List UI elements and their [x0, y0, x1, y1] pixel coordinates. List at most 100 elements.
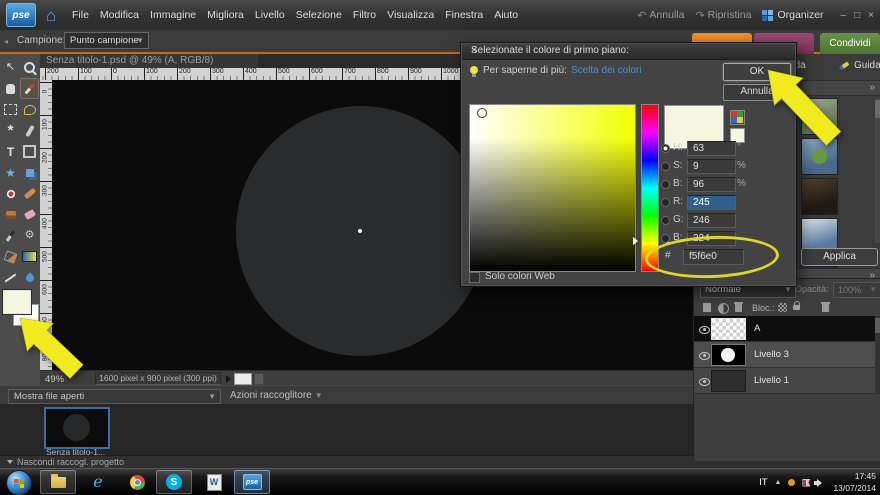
saturation-radio[interactable]: [661, 162, 670, 171]
lasso-tool[interactable]: [20, 99, 39, 120]
green-input[interactable]: 246: [687, 213, 736, 228]
crop-tool[interactable]: [20, 141, 39, 162]
menu-modifica[interactable]: Modifica: [100, 9, 139, 21]
taskbar-chrome[interactable]: [119, 470, 155, 494]
panel-header[interactable]: »: [796, 80, 880, 96]
effect-thumb-2[interactable]: [801, 138, 838, 175]
menu-visualizza[interactable]: Visualizza: [387, 9, 434, 21]
taskbar-internet-explorer[interactable]: e: [80, 470, 116, 494]
menu-migliora[interactable]: Migliora: [207, 9, 244, 21]
menu-finestra[interactable]: Finestra: [445, 9, 483, 21]
web-colors-checkbox[interactable]: [469, 272, 480, 283]
options-collapse-icon[interactable]: ◂: [4, 37, 8, 46]
magic-wand-tool[interactable]: *: [1, 120, 20, 141]
saturation-input[interactable]: 9: [687, 159, 736, 174]
taskbar-skype[interactable]: S: [156, 470, 192, 494]
tray-status-icon[interactable]: [788, 479, 795, 486]
ok-button[interactable]: OK: [723, 63, 791, 81]
red-input[interactable]: 245: [687, 195, 736, 210]
zoom-level[interactable]: 49%: [45, 374, 64, 385]
eyedropper-tool[interactable]: [20, 78, 39, 99]
layers-scrollbar[interactable]: [875, 316, 880, 393]
document-tab[interactable]: Senza titolo-1.psd @ 49% (A, RGB/8): [40, 54, 258, 68]
organizer-button[interactable]: Organizer: [762, 9, 823, 21]
effect-thumb-3[interactable]: [801, 178, 838, 215]
clone-stamp-tool[interactable]: [1, 204, 20, 225]
volume-icon[interactable]: [817, 479, 826, 487]
hand-tool[interactable]: [1, 78, 20, 99]
effects-scrollbar[interactable]: [875, 98, 880, 243]
hue-input[interactable]: 63: [687, 141, 736, 156]
brightness-input[interactable]: 96: [687, 177, 736, 192]
cancel-button[interactable]: Annulla: [723, 84, 791, 101]
brightness-radio[interactable]: [661, 180, 670, 189]
hue-slider-arrow-left[interactable]: [633, 237, 642, 245]
bin-actions-menu[interactable]: Azioni raccoglitore▼: [230, 390, 323, 401]
eraser-tool[interactable]: [20, 204, 39, 225]
action-center-icon[interactable]: [802, 479, 810, 487]
start-button[interactable]: [6, 470, 32, 495]
paint-bucket-tool[interactable]: [1, 246, 20, 267]
layer-row-livello-3[interactable]: Livello 3: [694, 342, 880, 368]
clock[interactable]: 17:45 13/07/2014: [833, 471, 876, 493]
shape-tool[interactable]: [1, 267, 20, 288]
dialog-title-bar[interactable]: Selezionate il colore di primo piano: ×: [462, 44, 795, 60]
cookie-cutter-tool[interactable]: ★: [1, 162, 20, 183]
selection-brush-tool[interactable]: [20, 120, 39, 141]
menu-immagine[interactable]: Immagine: [150, 9, 196, 21]
redo-button[interactable]: ↷ Ripristina: [695, 9, 751, 22]
recompose-tool[interactable]: [20, 162, 39, 183]
share-mode-button[interactable]: Condividi: [820, 33, 880, 54]
foreground-color-swatch[interactable]: [3, 290, 31, 314]
adjustment-layer-icon[interactable]: [718, 303, 729, 314]
hue-radio[interactable]: [661, 144, 670, 153]
color-cube-icon[interactable]: [730, 110, 745, 125]
blur-tool[interactable]: [20, 267, 39, 288]
undo-button[interactable]: ↶ Annulla: [637, 9, 684, 22]
sample-select[interactable]: Punto campione ▼: [64, 32, 149, 49]
lock-transparency-icon[interactable]: [778, 303, 787, 312]
marquee-tool[interactable]: [1, 99, 20, 120]
layer-row-a[interactable]: A: [694, 316, 880, 342]
taskbar-pse-active[interactable]: pse: [234, 470, 270, 494]
expand-icon[interactable]: »: [869, 82, 874, 93]
new-layer-icon[interactable]: [703, 303, 711, 312]
scrollbar-end-box[interactable]: [254, 373, 264, 385]
lock-all-icon[interactable]: [793, 305, 800, 310]
menu-file[interactable]: File: [72, 9, 89, 21]
apply-button[interactable]: Applica: [801, 248, 878, 266]
horizontal-scrollbar-thumb[interactable]: [234, 373, 252, 385]
gradient-tool[interactable]: [20, 246, 39, 267]
show-open-files-select[interactable]: Mostra file aperti ▼: [8, 389, 221, 404]
type-tool[interactable]: T: [1, 141, 20, 162]
close-button[interactable]: ×: [868, 10, 874, 21]
move-tool[interactable]: ↖: [1, 57, 20, 78]
opacity-value[interactable]: 100% ▼: [833, 282, 880, 298]
menu-aiuto[interactable]: Aiuto: [494, 9, 518, 21]
menu-selezione[interactable]: Selezione: [296, 9, 342, 21]
taskbar-explorer[interactable]: [40, 470, 76, 494]
minimize-button[interactable]: –: [841, 10, 847, 21]
layer-row-livello-1[interactable]: Livello 1: [694, 368, 880, 394]
language-indicator[interactable]: IT: [759, 477, 767, 488]
taskbar-word[interactable]: W: [196, 470, 232, 494]
saturation-brightness-field[interactable]: [469, 104, 636, 272]
zoom-tool[interactable]: [20, 57, 39, 78]
open-file-thumbnail[interactable]: [44, 407, 110, 449]
brush-tool[interactable]: [1, 225, 20, 246]
delete-layer-icon[interactable]: [735, 304, 742, 312]
visibility-eye-icon[interactable]: [699, 352, 710, 360]
color-field-marker[interactable]: [477, 108, 487, 118]
hidden-icons-arrow[interactable]: ▲: [775, 479, 782, 486]
healing-brush-tool[interactable]: [20, 183, 39, 204]
visibility-eye-icon[interactable]: [699, 326, 710, 334]
green-radio[interactable]: [661, 216, 670, 225]
visibility-eye-icon[interactable]: [699, 378, 710, 386]
smart-brush-tool[interactable]: ⚙: [20, 225, 39, 246]
dialog-close-icon[interactable]: ×: [471, 45, 789, 56]
menu-filtro[interactable]: Filtro: [353, 9, 376, 21]
learn-more-link[interactable]: Scelta dei colori: [571, 65, 642, 76]
red-eye-tool[interactable]: [1, 183, 20, 204]
trash-icon[interactable]: [822, 304, 829, 312]
red-radio[interactable]: [661, 198, 670, 207]
